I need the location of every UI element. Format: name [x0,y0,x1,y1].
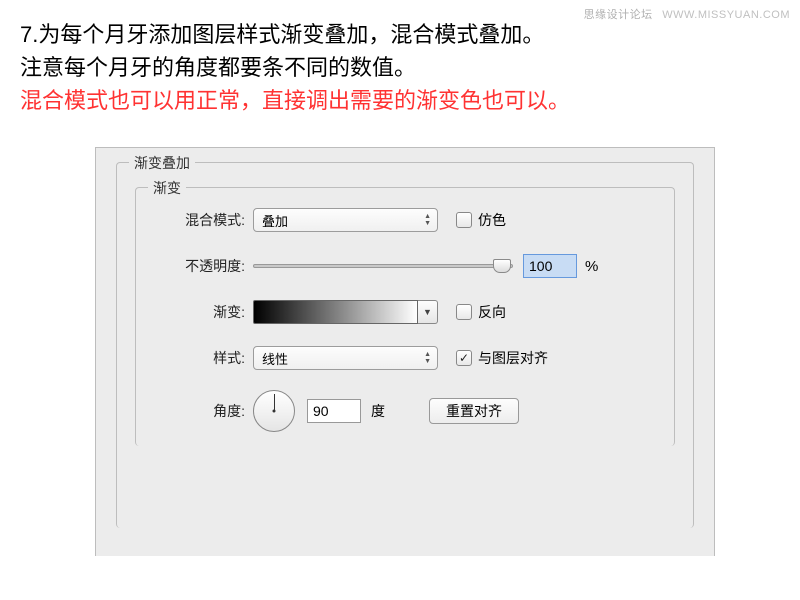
opacity-input[interactable] [523,254,577,278]
watermark: 思缘设计论坛 WWW.MISSYUAN.COM [584,6,790,22]
style-value: 线性 [262,349,288,368]
style-label: 样式: [150,348,245,368]
dither-checkbox[interactable]: 仿色 [456,210,506,230]
watermark-url: WWW.MISSYUAN.COM [662,9,790,21]
section-gradient-overlay: 渐变叠加 渐变 混合模式: 叠加 ▲▼ 仿色 不透明度: [116,162,694,528]
blend-mode-value: 叠加 [262,211,288,230]
align-layer-checkbox[interactable]: ✓ 与图层对齐 [456,348,548,368]
align-label: 与图层对齐 [478,348,548,368]
style-select[interactable]: 线性 ▲▼ [253,346,438,370]
row-style: 样式: 线性 ▲▼ ✓ 与图层对齐 [150,344,660,372]
slider-track [253,264,513,268]
watermark-cn: 思缘设计论坛 [584,9,653,21]
gradient-label: 渐变: [150,302,245,322]
reverse-label: 反向 [478,302,506,322]
gradient-preview[interactable] [253,300,418,324]
blend-mode-select[interactable]: 叠加 ▲▼ [253,208,438,232]
group-title: 渐变 [148,178,186,198]
angle-label: 角度: [150,401,245,421]
opacity-label: 不透明度: [150,256,245,276]
checkbox-box [456,212,472,228]
row-opacity: 不透明度: % [150,252,660,280]
instruction-line-2: 注意每个月牙的角度都要条不同的数值。 [20,51,780,84]
opacity-slider[interactable] [253,256,513,276]
section-title: 渐变叠加 [129,153,195,173]
slider-thumb[interactable] [493,259,511,273]
angle-dial[interactable] [253,390,295,432]
instruction-line-3: 混合模式也可以用正常，直接调出需要的渐变色也可以。 [20,84,780,117]
row-gradient: 渐变: ▼ 反向 [150,298,660,326]
dither-label: 仿色 [478,210,506,230]
percent-label: % [585,258,598,275]
chevron-down-icon: ▼ [423,307,432,317]
chevron-updown-icon: ▲▼ [424,351,431,365]
angle-unit: 度 [371,401,385,421]
gradient-overlay-dialog: 渐变叠加 渐变 混合模式: 叠加 ▲▼ 仿色 不透明度: [95,147,715,556]
row-blend-mode: 混合模式: 叠加 ▲▼ 仿色 [150,206,660,234]
instruction-line-1: 7.为每个月牙添加图层样式渐变叠加，混合模式叠加。 [20,18,780,51]
chevron-updown-icon: ▲▼ [424,213,431,227]
group-gradient: 渐变 混合模式: 叠加 ▲▼ 仿色 不透明度: % [135,187,675,446]
row-angle: 角度: 度 重置对齐 [150,390,660,432]
reverse-checkbox[interactable]: 反向 [456,302,506,322]
checkbox-box-checked: ✓ [456,350,472,366]
blend-mode-label: 混合模式: [150,210,245,230]
reset-align-button[interactable]: 重置对齐 [429,398,519,424]
checkbox-box [456,304,472,320]
angle-input[interactable] [307,399,361,423]
gradient-dropdown-button[interactable]: ▼ [418,300,438,324]
